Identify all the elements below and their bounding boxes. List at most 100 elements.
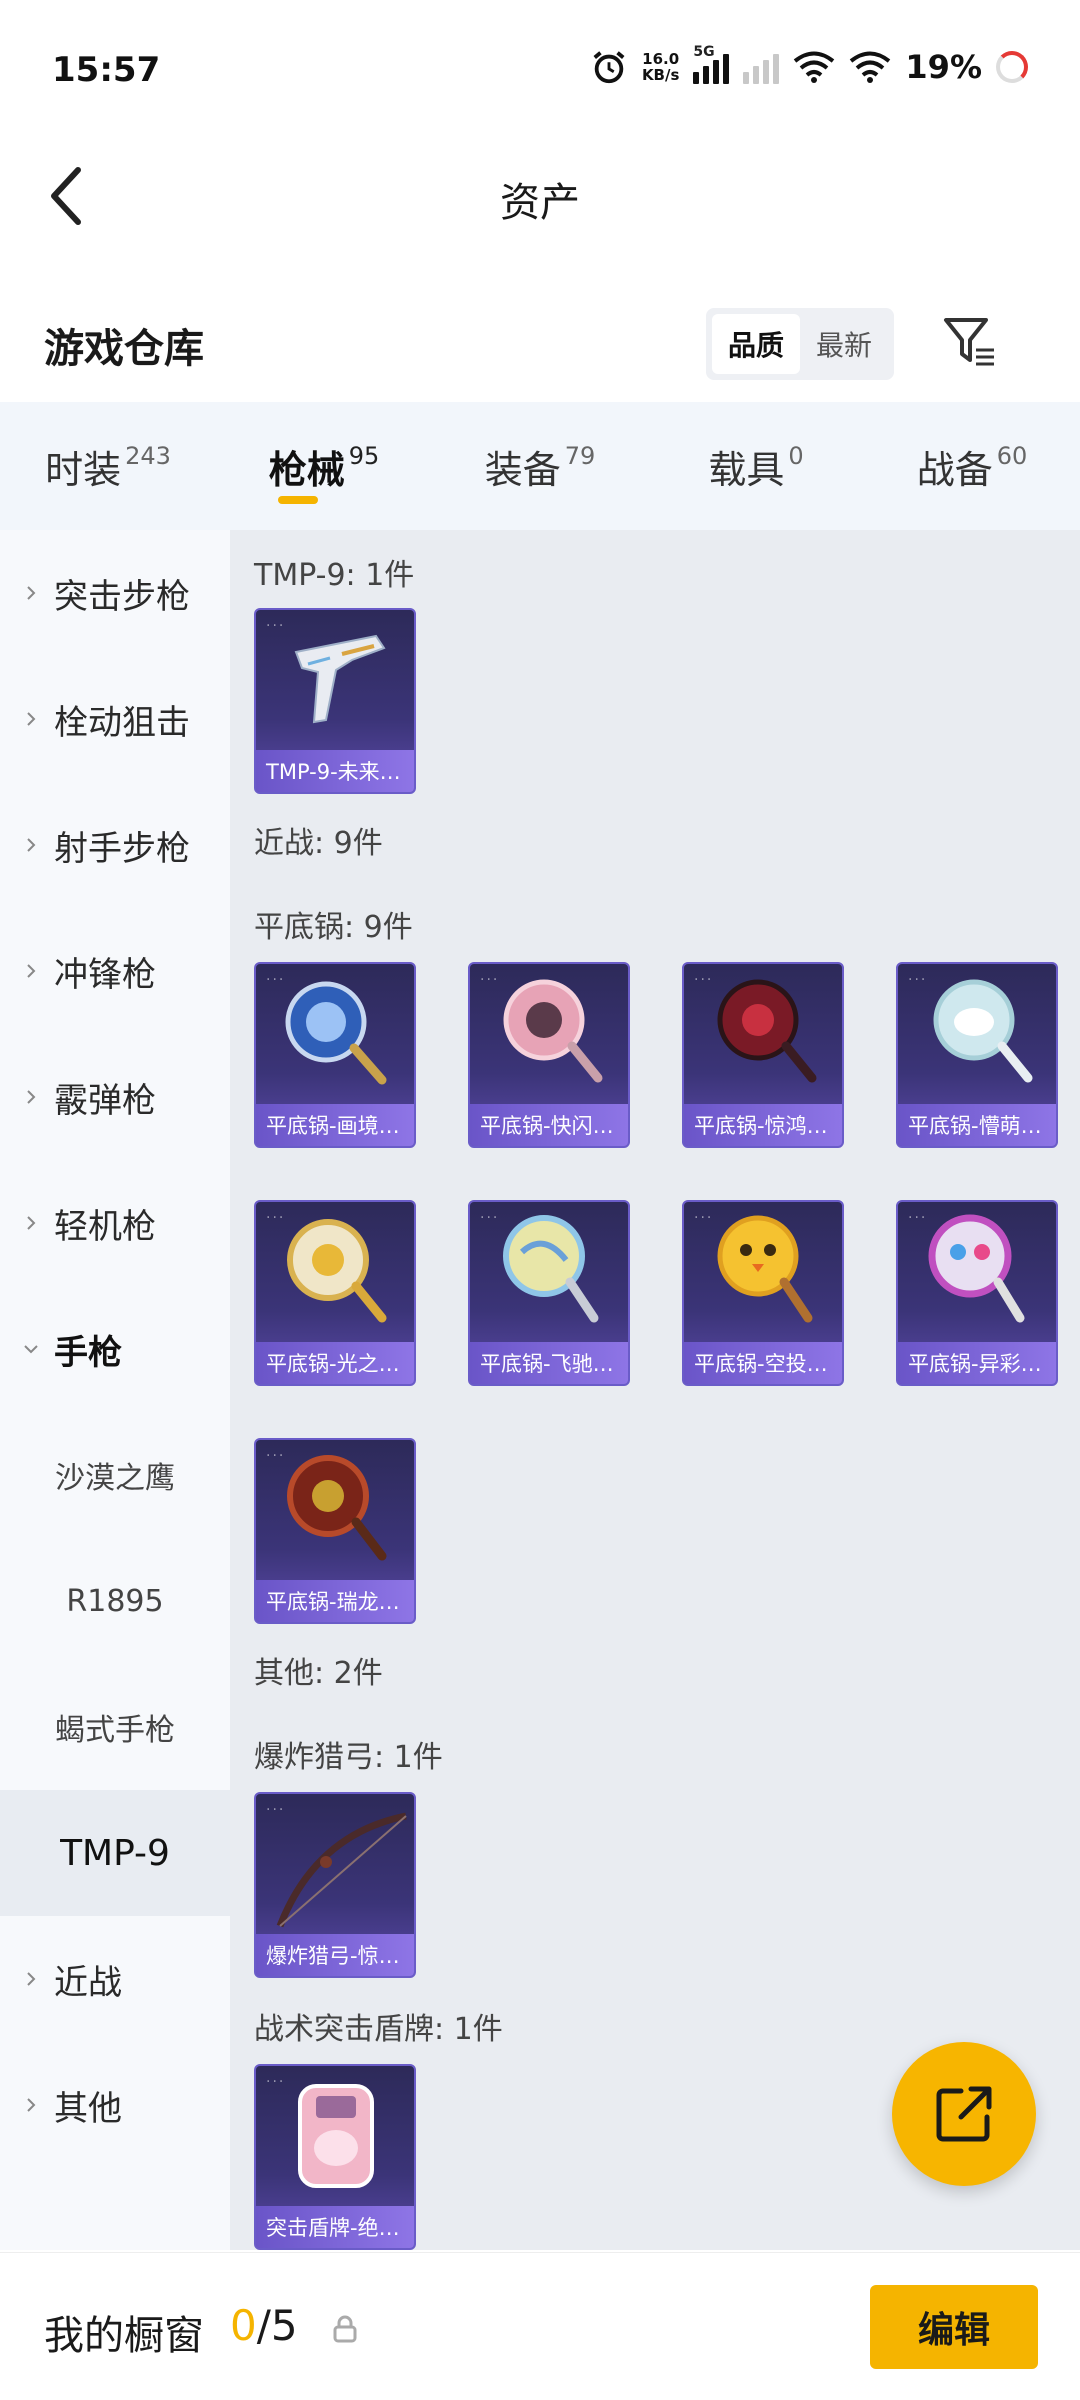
- category-tabs: 时装 243 枪械 95 装备 79 载具 0 战备 60: [0, 402, 1080, 530]
- item-name: 突击盾牌-绝…: [256, 2206, 414, 2248]
- item-name: 平底锅-懵萌…: [898, 1104, 1056, 1146]
- item-name: 平底锅-异彩…: [898, 1342, 1056, 1384]
- item-card-pan-1[interactable]: ··· 平底锅-画境…: [254, 962, 416, 1148]
- item-name: 爆炸猎弓-惊…: [256, 1934, 414, 1976]
- sidenav-item-lmg[interactable]: 轻机枪: [0, 1160, 230, 1286]
- item-card-shield[interactable]: ··· 突击盾牌-绝…: [254, 2064, 416, 2250]
- frying-pan-icon: [933, 979, 1033, 1083]
- chevron-right-icon: [27, 586, 36, 600]
- chevron-right-icon: [27, 838, 36, 852]
- section-header-shield: 战术突击盾牌: 1件: [254, 2012, 503, 2047]
- tab-fashion[interactable]: 时装 243: [0, 402, 216, 530]
- item-card-pan-3[interactable]: ··· 平底锅-惊鸿…: [682, 962, 844, 1148]
- sort-newest-button[interactable]: 最新: [800, 314, 888, 374]
- item-card-pan-5[interactable]: ··· 平底锅-光之…: [254, 1200, 416, 1386]
- item-name: 平底锅-空投…: [684, 1342, 842, 1384]
- item-card-bow[interactable]: ··· 爆炸猎弓-惊…: [254, 1792, 416, 1978]
- tab-weapons[interactable]: 枪械 95: [216, 402, 432, 530]
- chevron-right-icon: [27, 712, 36, 726]
- cell-signal-2-icon: [743, 50, 780, 84]
- frying-pan-icon: [285, 981, 387, 1085]
- item-name: 平底锅-飞驰…: [470, 1342, 628, 1384]
- section-header-other: 其他: 2件: [254, 1656, 383, 1691]
- filter-icon: [944, 318, 994, 366]
- net-speed: 16.0 KB/s: [641, 50, 680, 84]
- item-name: 平底锅-光之…: [256, 1342, 414, 1384]
- section-header-pan: 平底锅: 9件: [254, 910, 413, 945]
- battery-icon: [996, 51, 1028, 83]
- chevron-right-icon: [27, 1090, 36, 1104]
- warehouse-title: 游戏仓库: [44, 326, 204, 372]
- sidenav-sub-r1895[interactable]: R1895: [0, 1538, 230, 1664]
- wifi-icon: [794, 51, 835, 83]
- frying-pan-icon: [287, 1219, 387, 1323]
- item-card-pan-6[interactable]: ··· 平底锅-飞驰…: [468, 1200, 630, 1386]
- sidenav-item-assault-rifle[interactable]: 突击步枪: [0, 530, 230, 656]
- tab-vehicles[interactable]: 载具 0: [648, 402, 864, 530]
- item-name: 平底锅-瑞龙…: [256, 1580, 414, 1622]
- sidenav-sub-desert-eagle[interactable]: 沙漠之鹰: [0, 1412, 230, 1538]
- app-header: 资产: [0, 140, 1080, 260]
- status-bar: 15:57 16.0 KB/s 5G 19%: [0, 0, 1080, 140]
- frying-pan-icon: [503, 979, 603, 1083]
- sidenav-sub-tmp9[interactable]: TMP-9: [0, 1790, 230, 1916]
- active-tab-indicator: [278, 496, 318, 504]
- frying-pan-icon: [503, 1215, 599, 1323]
- chevron-down-icon: [24, 1345, 38, 1354]
- showcase-count: 0/5: [230, 2301, 298, 2350]
- item-name: 平底锅-惊鸿…: [684, 1104, 842, 1146]
- section-header-tmp9: TMP-9: 1件: [254, 558, 415, 593]
- weapon-type-sidenav: 突击步枪 栓动狙击 射手步枪 冲锋枪 霰弹枪 轻机枪 手枪 沙漠之鹰 R1895…: [0, 530, 230, 2250]
- sidenav-item-shotgun[interactable]: 霰弹枪: [0, 1034, 230, 1160]
- item-name: 平底锅-快闪…: [470, 1104, 628, 1146]
- cell-signal-icon: 5G: [693, 44, 730, 84]
- warehouse-header: 游戏仓库 品质 最新: [0, 290, 1080, 400]
- frying-pan-icon: [287, 1455, 387, 1561]
- section-header-bow: 爆炸猎弓: 1件: [254, 1740, 443, 1775]
- item-name: TMP-9-未来…: [256, 750, 414, 792]
- item-name: 平底锅-画境…: [256, 1104, 414, 1146]
- frying-pan-icon: [717, 979, 817, 1083]
- frying-pan-icon: [928, 1214, 1025, 1323]
- section-header-melee: 近战: 9件: [254, 826, 383, 861]
- sidenav-item-pistol[interactable]: 手枪: [0, 1286, 230, 1412]
- lock-icon: [333, 2315, 357, 2343]
- items-panel: TMP-9: 1件 ··· TMP-9-未来… 近战: 9件 平底锅: 9件 ·…: [230, 530, 1080, 2250]
- item-card-pan-7[interactable]: ··· 平底锅-空投…: [682, 1200, 844, 1386]
- chevron-right-icon: [27, 1972, 36, 1986]
- item-card-pan-9[interactable]: ··· 平底锅-瑞龙…: [254, 1438, 416, 1624]
- chevron-right-icon: [27, 964, 36, 978]
- status-icons: 16.0 KB/s 5G 19%: [590, 44, 1028, 86]
- sort-toggle: 品质 最新: [706, 308, 894, 380]
- showcase-bar: 我的橱窗 0/5 编辑: [0, 2252, 1080, 2400]
- item-card-pan-8[interactable]: ··· 平底锅-异彩…: [896, 1200, 1058, 1386]
- battery-level: 19%: [905, 48, 982, 86]
- edit-button[interactable]: 编辑: [870, 2285, 1038, 2369]
- tab-equipment[interactable]: 装备 79: [432, 402, 648, 530]
- sidenav-item-other[interactable]: 其他: [0, 2042, 230, 2168]
- sort-quality-button[interactable]: 品质: [712, 314, 800, 374]
- frying-pan-icon: [717, 1215, 813, 1323]
- sidenav-item-marksman-rifle[interactable]: 射手步枪: [0, 782, 230, 908]
- tmp9-gun-icon: [294, 634, 386, 724]
- wifi-2-icon: [850, 51, 891, 83]
- crossbow-icon: [276, 1812, 407, 1928]
- sidenav-item-melee[interactable]: 近战: [0, 1916, 230, 2042]
- filter-button[interactable]: [940, 312, 1000, 372]
- sidenav-item-bolt-sniper[interactable]: 栓动狙击: [0, 656, 230, 782]
- sidenav-sub-skorpion[interactable]: 蝎式手枪: [0, 1664, 230, 1790]
- chevron-right-icon: [27, 1216, 36, 1230]
- alarm-icon: [593, 51, 625, 84]
- shield-icon: [298, 2084, 374, 2188]
- share-icon: [936, 2086, 992, 2142]
- item-card-tmp9[interactable]: ··· TMP-9-未来…: [254, 608, 416, 794]
- share-button[interactable]: [892, 2042, 1036, 2186]
- sidenav-item-smg[interactable]: 冲锋枪: [0, 908, 230, 1034]
- item-card-pan-2[interactable]: ··· 平底锅-快闪…: [468, 962, 630, 1148]
- showcase-label: 我的橱窗: [44, 2313, 204, 2359]
- page-title: 资产: [500, 180, 580, 226]
- chevron-right-icon: [27, 2098, 36, 2112]
- item-card-pan-4[interactable]: ··· 平底锅-懵萌…: [896, 962, 1058, 1148]
- status-time: 15:57: [52, 50, 161, 90]
- tab-gear[interactable]: 战备 60: [864, 402, 1080, 530]
